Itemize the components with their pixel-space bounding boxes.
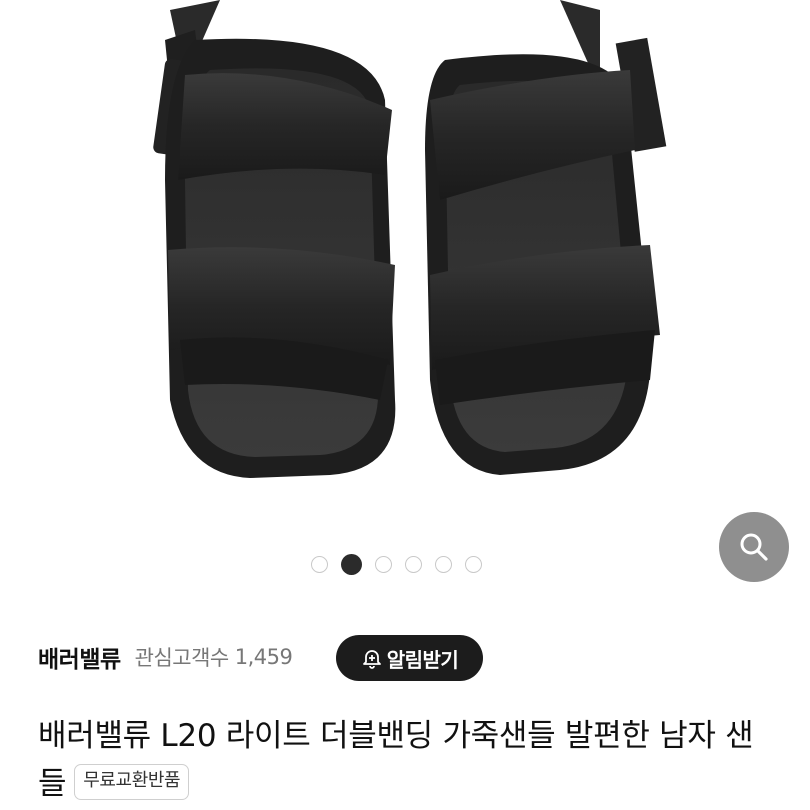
carousel-dot[interactable]: [465, 556, 482, 573]
alarm-button[interactable]: 알림받기: [336, 635, 483, 681]
sandal-image: [153, 0, 667, 478]
carousel-dot[interactable]: [311, 556, 328, 573]
right-sandal: [425, 0, 667, 476]
bell-plus-icon: [361, 647, 383, 669]
product-image[interactable]: [0, 0, 810, 600]
zoom-button[interactable]: [719, 512, 789, 582]
interest-count: 1,459: [234, 645, 293, 669]
carousel-dot[interactable]: [375, 556, 392, 573]
left-sandal: [153, 0, 396, 478]
carousel-dot[interactable]: [405, 556, 422, 573]
free-return-badge: 무료교환반품: [74, 763, 190, 800]
carousel-dot-active[interactable]: [341, 554, 362, 575]
carousel-dot[interactable]: [435, 556, 452, 573]
alarm-label: 알림받기: [386, 647, 459, 672]
product-title-block: 배러밸류 L20 라이트 더블밴딩 가죽샌들 발편한 남자 샌들 무료교환반품: [38, 712, 778, 808]
brand-name[interactable]: 배러밸류: [38, 640, 121, 674]
store-info: 배러밸류 관심고객수 1,459: [38, 632, 293, 682]
carousel-indicator: [311, 554, 482, 575]
search-icon: [740, 533, 768, 561]
interest-label: 관심고객수: [134, 646, 230, 670]
